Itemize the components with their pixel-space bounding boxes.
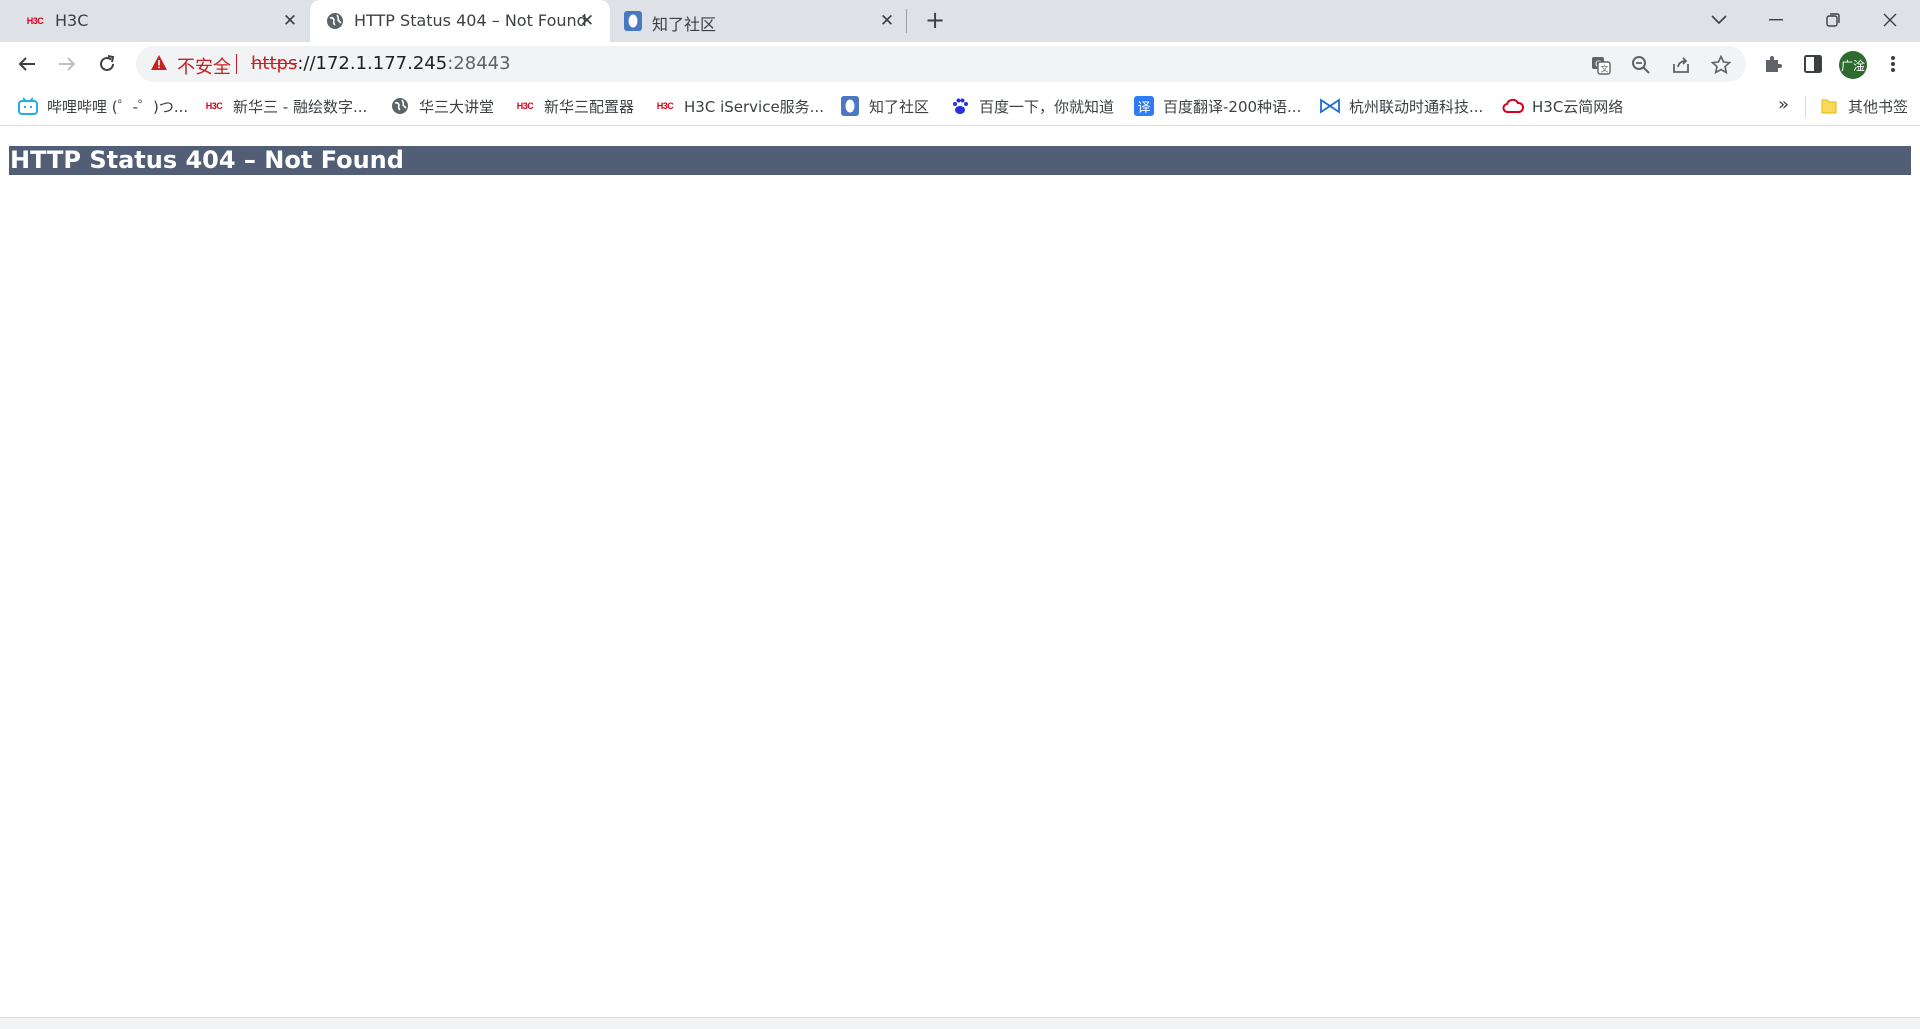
bookmark-label: 新华三 - 融绘数字... bbox=[233, 97, 368, 116]
bookmark-h3c-iservice[interactable]: H3C H3C iService服务... bbox=[654, 94, 824, 118]
bookmark-label: H3C iService服务... bbox=[684, 97, 824, 116]
cloud-icon bbox=[1502, 96, 1524, 116]
bookmark-liandong[interactable]: 杭州联动时通科技... bbox=[1319, 94, 1483, 118]
bookmark-label: 百度翻译-200种语... bbox=[1163, 97, 1302, 116]
bookmark-zhiliao[interactable]: 知了社区 bbox=[839, 94, 929, 118]
bookmark-label: 新华三配置器 bbox=[544, 97, 635, 116]
omnibox-divider bbox=[236, 54, 237, 74]
bookmark-h3c-digital[interactable]: H3C 新华三 - 融绘数字... bbox=[203, 94, 368, 118]
bookmark-label: 知了社区 bbox=[869, 97, 930, 116]
status-strip bbox=[0, 1017, 1920, 1029]
liandong-icon bbox=[1319, 96, 1341, 116]
h3c-logo-icon: H3C bbox=[656, 101, 674, 111]
tab-http-status-404[interactable]: HTTP Status 404 – Not Found ✕ bbox=[310, 0, 610, 42]
warning-icon[interactable] bbox=[150, 54, 170, 74]
minimize-icon[interactable] bbox=[1760, 6, 1792, 34]
tab-strip: H3C H3C ✕ HTTP Status 404 – Not Found ✕ … bbox=[0, 0, 1920, 42]
translate-icon[interactable]: G文 bbox=[1590, 54, 1612, 76]
h3c-logo-icon: H3C bbox=[516, 101, 534, 111]
translate-icon: 译 bbox=[1133, 96, 1155, 116]
close-icon[interactable]: ✕ bbox=[876, 10, 898, 32]
bookmark-baidu-translate[interactable]: 译 百度翻译-200种语... bbox=[1133, 94, 1301, 118]
bookmark-h3c-configurator[interactable]: H3C 新华三配置器 bbox=[514, 94, 634, 118]
bookmarks-divider bbox=[1805, 96, 1806, 118]
h3c-logo-icon: H3C bbox=[205, 101, 223, 111]
bookmark-label: 其他书签 bbox=[1848, 97, 1909, 116]
address-bar[interactable]: 不安全 https://172.1.177.245:28443 G文 bbox=[136, 46, 1746, 82]
bookmark-other-folder[interactable]: 其他书签 bbox=[1818, 94, 1908, 118]
toolbar: 不安全 https://172.1.177.245:28443 G文 广淦 bbox=[0, 42, 1920, 86]
extensions-icon[interactable] bbox=[1758, 49, 1788, 79]
bookmark-baidu[interactable]: 百度一下，你就知道 bbox=[949, 94, 1114, 118]
zoom-out-icon[interactable] bbox=[1630, 54, 1652, 76]
bookmark-star-icon[interactable] bbox=[1710, 54, 1732, 76]
more-menu-icon[interactable] bbox=[1878, 49, 1908, 79]
bookmark-label: 哔哩哔哩 (゜-゜)つ... bbox=[47, 97, 189, 116]
page-content: HTTP Status 404 – Not Found bbox=[0, 127, 1920, 1017]
bookmark-h3c-cloudnet[interactable]: H3C云简网络 bbox=[1502, 94, 1623, 118]
bookmark-bilibili[interactable]: 哔哩哔哩 (゜-゜)つ... bbox=[17, 94, 188, 118]
globe-icon bbox=[389, 96, 411, 116]
close-icon[interactable]: ✕ bbox=[576, 10, 598, 32]
bookmark-label: 华三大讲堂 bbox=[419, 97, 495, 116]
error-heading: HTTP Status 404 – Not Found bbox=[9, 146, 1911, 175]
zhiliao-icon bbox=[622, 11, 644, 31]
tab-h3c[interactable]: H3C H3C ✕ bbox=[0, 0, 310, 42]
bookmarks-bar: 哔哩哔哩 (゜-゜)つ... H3C 新华三 - 融绘数字... 华三大讲堂 H… bbox=[0, 86, 1920, 126]
forward-button[interactable] bbox=[52, 49, 82, 79]
svg-text:文: 文 bbox=[1601, 64, 1609, 74]
new-tab-button[interactable]: + bbox=[921, 8, 949, 33]
reload-button[interactable] bbox=[92, 49, 122, 79]
profile-avatar[interactable]: 广淦 bbox=[1839, 51, 1867, 79]
tab-title: 知了社区 bbox=[652, 15, 717, 34]
zhiliao-icon bbox=[839, 96, 861, 116]
tab-title: HTTP Status 404 – Not Found bbox=[354, 11, 587, 30]
close-window-icon[interactable] bbox=[1874, 6, 1906, 34]
bookmark-label: 杭州联动时通科技... bbox=[1349, 97, 1484, 116]
bookmark-label: 百度一下，你就知道 bbox=[979, 97, 1115, 116]
tab-title: H3C bbox=[55, 11, 89, 30]
baidu-icon bbox=[949, 96, 971, 116]
share-icon[interactable] bbox=[1670, 54, 1692, 76]
bookmarks-overflow-button[interactable]: » bbox=[1778, 94, 1789, 115]
back-button[interactable] bbox=[12, 49, 42, 79]
globe-icon bbox=[324, 11, 346, 31]
url-text[interactable]: https://172.1.177.245:28443 bbox=[251, 53, 511, 74]
security-label[interactable]: 不安全 bbox=[177, 53, 231, 79]
h3c-logo-icon: H3C bbox=[26, 16, 44, 26]
tab-separator bbox=[906, 9, 907, 33]
close-icon[interactable]: ✕ bbox=[279, 10, 301, 32]
browser-window: H3C H3C ✕ HTTP Status 404 – Not Found ✕ … bbox=[0, 0, 1920, 1029]
tab-zhiliao[interactable]: 知了社区 ✕ bbox=[610, 0, 910, 42]
tab-search-chevron-icon[interactable] bbox=[1703, 6, 1735, 34]
folder-icon bbox=[1818, 96, 1840, 116]
bilibili-icon bbox=[17, 96, 39, 116]
restore-icon[interactable] bbox=[1817, 6, 1849, 34]
bookmark-h3c-lecture[interactable]: 华三大讲堂 bbox=[389, 94, 494, 118]
bookmark-label: H3C云简网络 bbox=[1532, 97, 1624, 116]
side-panel-icon[interactable] bbox=[1798, 49, 1828, 79]
